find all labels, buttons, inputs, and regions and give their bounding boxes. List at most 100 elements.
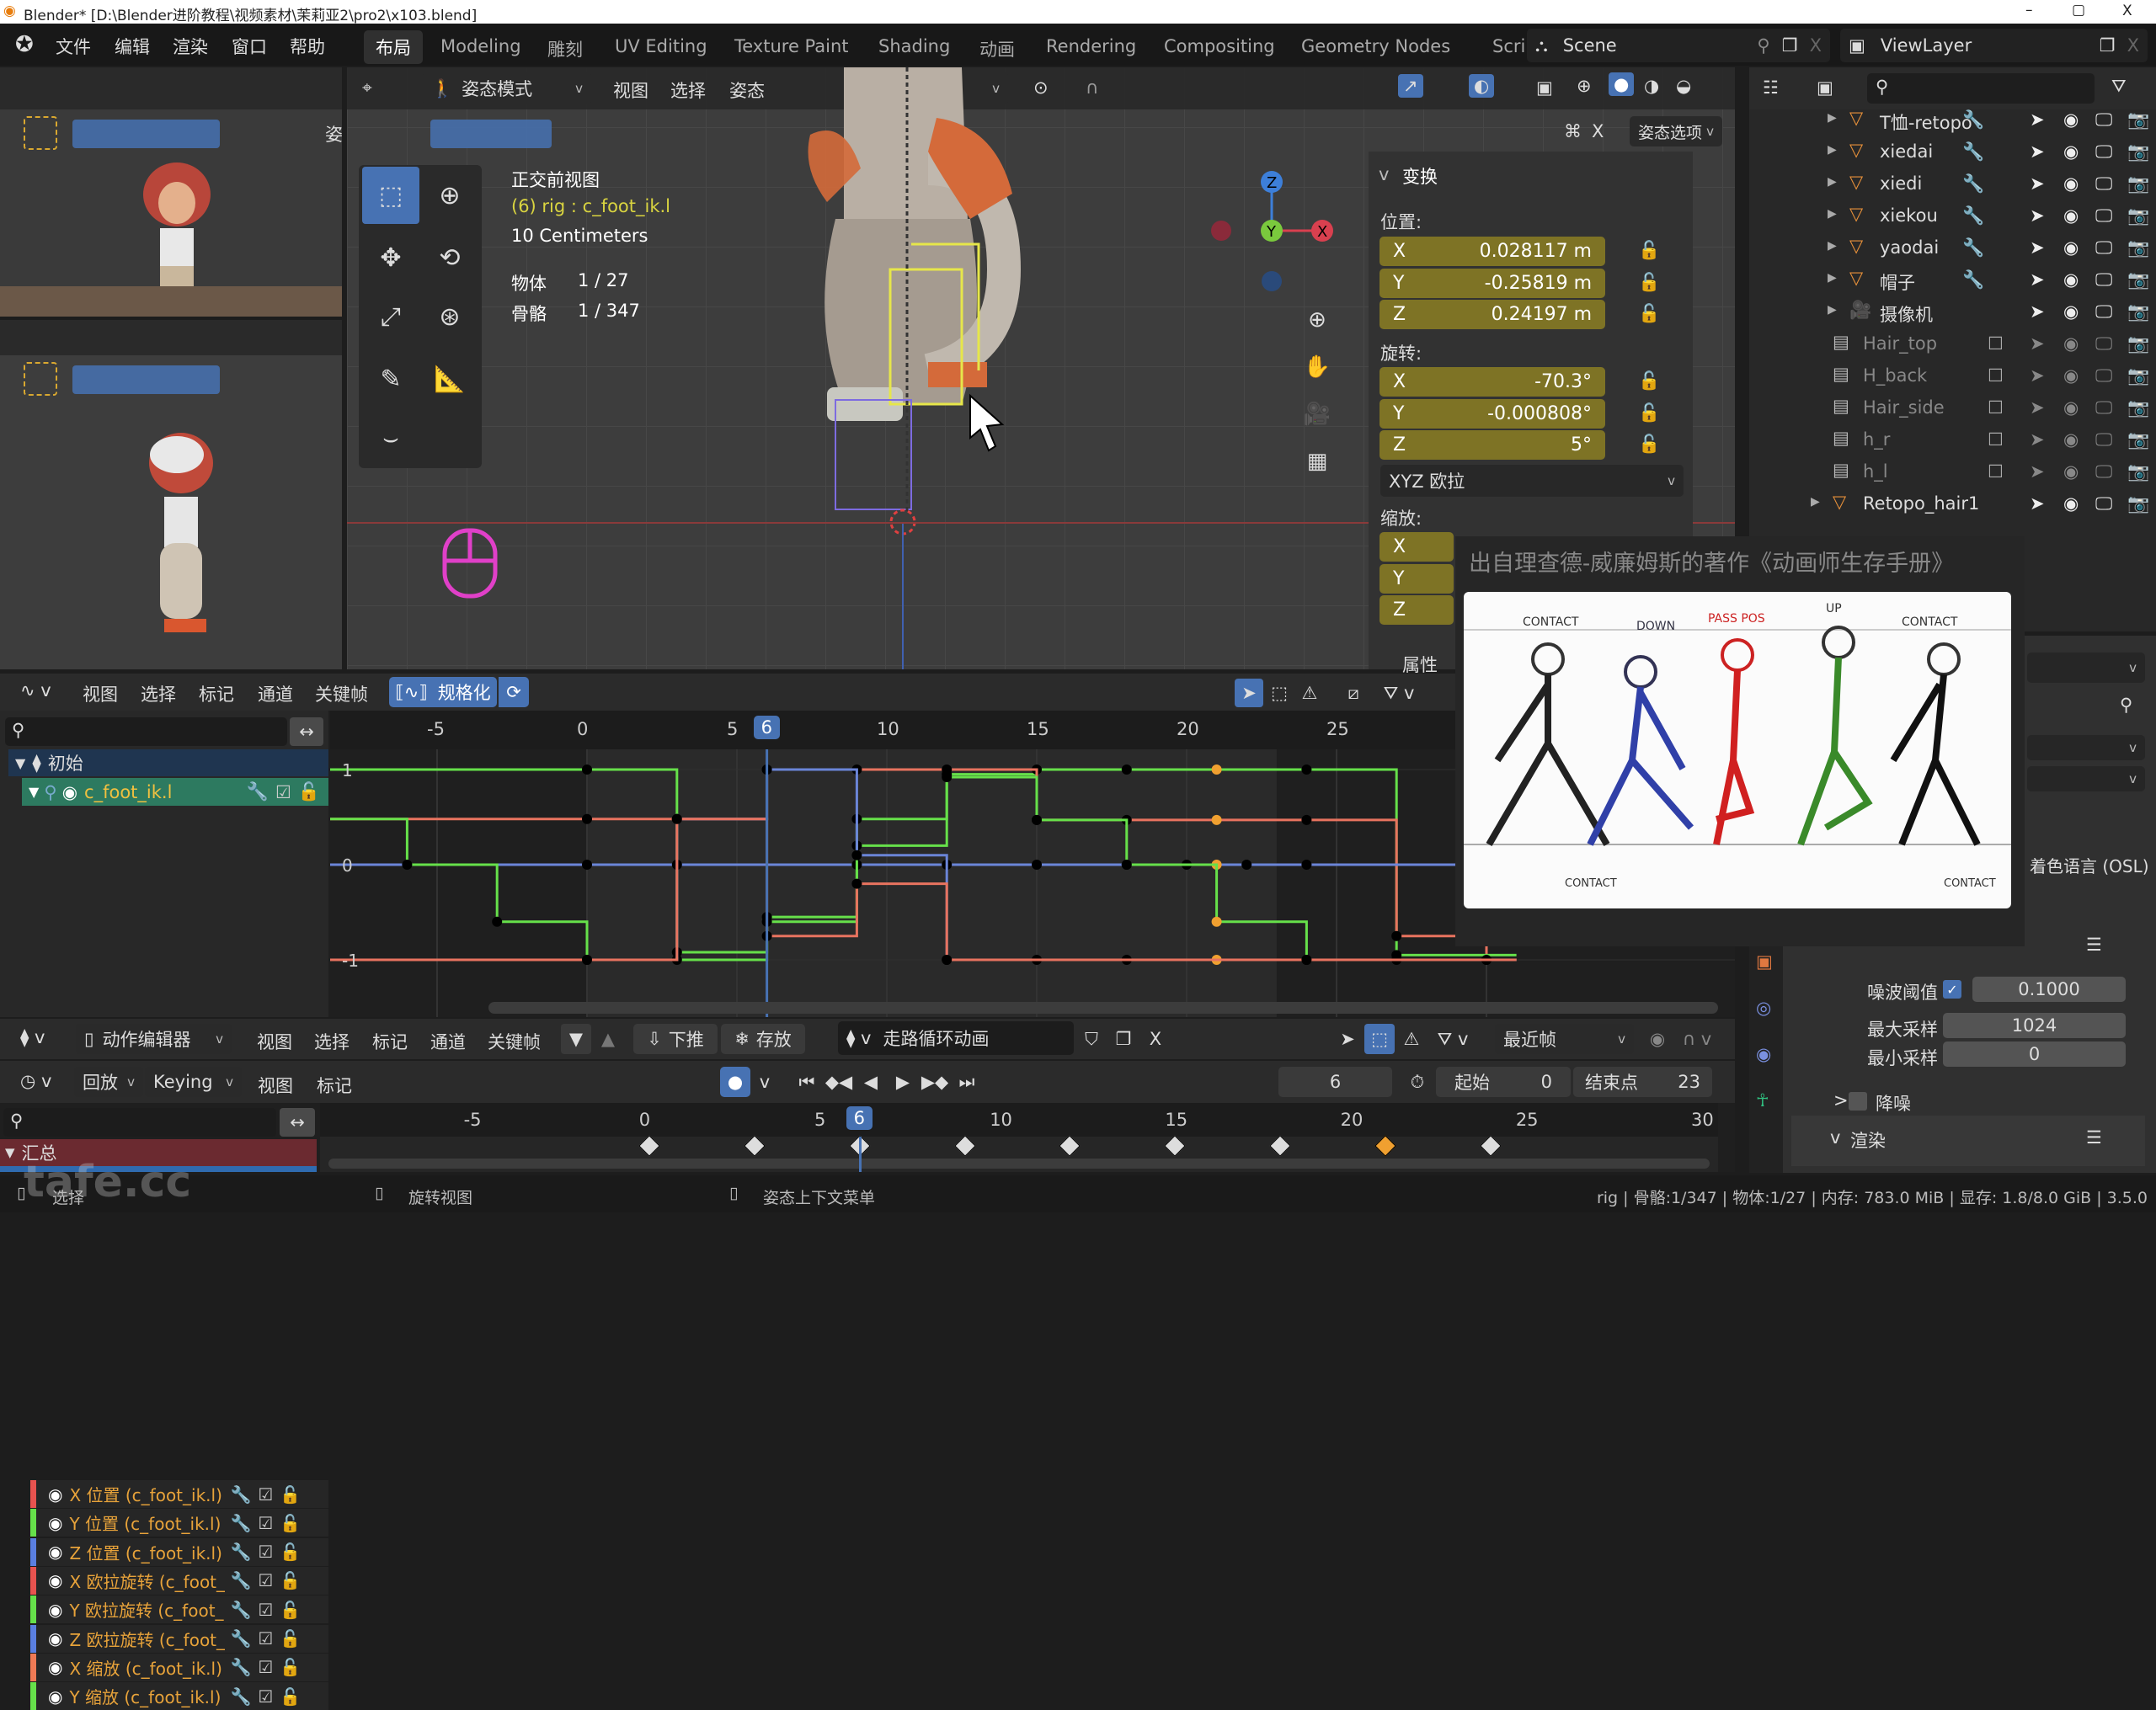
keyframe-point[interactable] bbox=[851, 878, 862, 889]
only-selected-icon[interactable]: ➤ bbox=[1235, 679, 1263, 707]
graph-scrollbar[interactable] bbox=[488, 1002, 1718, 1014]
ortho-grid-icon[interactable]: ▦ bbox=[1299, 443, 1336, 480]
viewlayer-selector[interactable]: ▣ ViewLayer ❐ X bbox=[1840, 29, 2148, 62]
preview-range-stopwatch-icon[interactable]: ⏱ bbox=[1402, 1067, 1433, 1097]
selected-keyframe-diamond[interactable] bbox=[1374, 1135, 1396, 1157]
mirror-icon[interactable]: ⌘ bbox=[1564, 121, 1582, 141]
exclude-checkbox[interactable]: ☐ bbox=[1988, 461, 2004, 482]
remove-scene-icon[interactable]: X bbox=[1810, 35, 1822, 56]
scale-z-field[interactable]: Z bbox=[1380, 595, 1454, 625]
keyframe-point[interactable] bbox=[1301, 764, 1312, 775]
selectable-icon[interactable]: ➤ bbox=[2030, 365, 2045, 386]
push-down-button[interactable]: ⇩ 下推 bbox=[633, 1024, 718, 1054]
outliner-search-input[interactable]: ⚲ bbox=[1867, 73, 2095, 104]
snap-mode-dropdown[interactable]: 最近帧 v bbox=[1495, 1024, 1634, 1054]
lock-icon[interactable]: 🔓 bbox=[1638, 240, 1660, 261]
action-menu-key[interactable]: 关键帧 bbox=[488, 1029, 541, 1054]
left-select-tool[interactable] bbox=[24, 116, 57, 150]
selectable-icon[interactable]: ➤ bbox=[2030, 141, 2045, 162]
tab-rendering[interactable]: Rendering bbox=[1046, 36, 1136, 56]
visibility-eye-icon[interactable]: ◉ bbox=[2063, 141, 2079, 162]
keyframe-point[interactable] bbox=[942, 772, 953, 783]
lock-icon[interactable]: 🔓 bbox=[298, 781, 320, 802]
transform-title[interactable]: 变换 bbox=[1402, 163, 1438, 189]
rotation-y-field[interactable]: Y -0.000808° bbox=[1380, 398, 1605, 429]
keyframe-point[interactable] bbox=[582, 860, 592, 870]
visibility-eye-icon[interactable]: ◉ bbox=[2063, 109, 2079, 130]
mute-checkbox[interactable]: ☑ bbox=[275, 782, 291, 802]
rendered-shading-icon[interactable]: ◒ bbox=[1676, 76, 1691, 96]
expand-arrow-icon[interactable]: ▶ bbox=[1828, 303, 1837, 317]
mute-checkbox[interactable]: ☑ bbox=[258, 1686, 273, 1707]
pose-options-dropdown[interactable]: 姿态选项 v bbox=[1630, 116, 1722, 146]
left-bottom-select-modes[interactable] bbox=[72, 365, 220, 394]
lock-icon[interactable]: 🔓 bbox=[1638, 272, 1660, 293]
properties-dropdown-2[interactable]: v bbox=[2027, 735, 2145, 760]
keyframe-point[interactable] bbox=[492, 916, 503, 927]
visibility-eye-icon[interactable]: ◉ bbox=[48, 1657, 62, 1677]
outliner-item[interactable]: ▤ h_l ☐ ➤ ◉ 🖵 📷 bbox=[1760, 456, 2149, 488]
modifier-wrench-icon[interactable]: 🔧 bbox=[230, 1686, 251, 1707]
keyframe-point[interactable] bbox=[582, 813, 592, 824]
outliner-item[interactable]: ▶ ▽ T恤-retopo 🔧 ➤ ◉ 🖵 📷 bbox=[1760, 104, 2149, 136]
selectable-icon[interactable]: ➤ bbox=[2030, 493, 2045, 514]
exclude-checkbox[interactable]: ☐ bbox=[1988, 429, 2004, 450]
render-camera-icon[interactable]: 📷 bbox=[2127, 173, 2149, 194]
stash-button[interactable]: ❄ 存放 bbox=[721, 1024, 805, 1054]
modifier-wrench-icon[interactable]: 🔧 bbox=[230, 1570, 251, 1590]
selectable-icon[interactable]: ➤ bbox=[2030, 173, 2045, 194]
graph-menu-select[interactable]: 选择 bbox=[141, 681, 176, 706]
exclude-checkbox[interactable]: ☐ bbox=[1988, 397, 2004, 418]
modifier-wrench-icon[interactable]: 🔧 bbox=[230, 1657, 251, 1677]
next-keyframe-icon[interactable]: ▶◆ bbox=[920, 1067, 950, 1097]
keyframe-point[interactable] bbox=[851, 850, 862, 860]
lock-icon[interactable]: 🔓 bbox=[280, 1600, 301, 1620]
menu-render[interactable]: 渲染 bbox=[173, 34, 208, 59]
scale-x-field[interactable]: X bbox=[1380, 532, 1454, 562]
play-icon[interactable]: ▶ bbox=[888, 1067, 918, 1097]
blender-menu-icon[interactable]: ✪ bbox=[15, 32, 34, 57]
playback-dropdown[interactable]: 回放 v bbox=[74, 1067, 143, 1097]
graph-editor-type-icon[interactable]: ∿ v bbox=[20, 680, 51, 701]
tab-shading[interactable]: Shading bbox=[878, 36, 950, 56]
lock-icon[interactable]: 🔓 bbox=[1638, 434, 1660, 455]
graph-menu-marker[interactable]: 标记 bbox=[199, 681, 234, 706]
filter-icon[interactable]: ⛛ bbox=[2111, 76, 2127, 97]
tab-layout[interactable]: 布局 bbox=[364, 30, 423, 64]
lock-icon[interactable]: 🔓 bbox=[280, 1686, 301, 1707]
channel-group-initial[interactable]: ▼ ⧫ 初始 bbox=[8, 749, 328, 776]
outliner-item[interactable]: ▶ ▽ xiekou 🔧 ➤ ◉ 🖵 📷 bbox=[1760, 200, 2149, 232]
lock-icon[interactable]: 🔓 bbox=[1638, 370, 1660, 392]
render-camera-icon[interactable]: 📷 bbox=[2127, 301, 2149, 322]
physics-tab-icon[interactable]: ▣ bbox=[1756, 951, 1773, 972]
viewport-display-icon[interactable]: 🖵 bbox=[2095, 365, 2112, 386]
action-menu-select[interactable]: 选择 bbox=[314, 1029, 350, 1054]
lock-icon[interactable]: 🔓 bbox=[1638, 303, 1660, 324]
measure-tool-icon[interactable]: 📐 bbox=[421, 350, 478, 408]
render-camera-icon[interactable]: 📷 bbox=[2127, 461, 2149, 482]
menu-help[interactable]: 帮助 bbox=[290, 34, 325, 59]
keyframe-diamond[interactable] bbox=[953, 1135, 976, 1157]
selected-keyframe-point[interactable] bbox=[1211, 764, 1222, 775]
render-camera-icon[interactable]: 📷 bbox=[2127, 205, 2149, 226]
selectable-icon[interactable]: ➤ bbox=[2030, 237, 2045, 258]
navigation-gizmo[interactable]: Z Y X bbox=[1204, 165, 1348, 308]
render-camera-icon[interactable]: 📷 bbox=[2127, 365, 2149, 386]
selectable-icon[interactable]: ➤ bbox=[2030, 269, 2045, 290]
viewport-display-icon[interactable]: 🖵 bbox=[2095, 301, 2112, 322]
mute-checkbox[interactable]: ☑ bbox=[258, 1484, 273, 1505]
selected-keyframe-point[interactable] bbox=[1211, 916, 1222, 927]
minimize-button[interactable]: – bbox=[2025, 2, 2033, 19]
visibility-eye-icon[interactable]: ◉ bbox=[2063, 461, 2079, 482]
constraints-tab-icon[interactable]: ◎ bbox=[1756, 998, 1771, 1018]
cursor-tool-icon[interactable]: ⊕ bbox=[421, 167, 478, 224]
keyframe-point[interactable] bbox=[582, 764, 592, 775]
move-tool-icon[interactable]: ✥ bbox=[362, 229, 419, 286]
tab-texture-paint[interactable]: Texture Paint bbox=[734, 36, 849, 56]
visibility-eye-icon[interactable]: ◉ bbox=[48, 1542, 62, 1562]
outliner-item[interactable]: ▤ H_back ☐ ➤ ◉ 🖵 📷 bbox=[1760, 360, 2149, 392]
fcurve-channel[interactable]: ◉ Z 欧拉旋转 (c_foot_ 🔧 ☑ 🔓 bbox=[30, 1624, 328, 1653]
keyframe-point[interactable] bbox=[1301, 814, 1312, 825]
mute-checkbox[interactable]: ☑ bbox=[258, 1600, 273, 1620]
swap-filter-icon[interactable]: ↔ bbox=[290, 717, 323, 746]
